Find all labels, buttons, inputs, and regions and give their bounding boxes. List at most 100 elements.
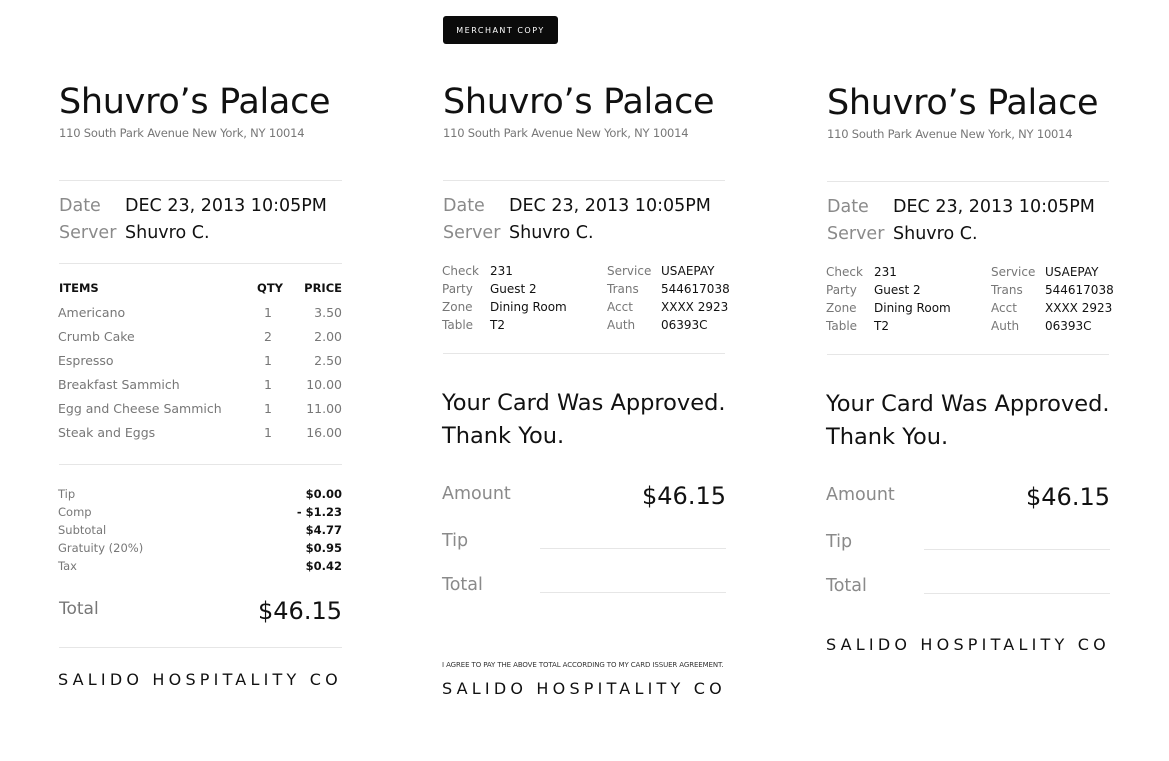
item-qty: 1 bbox=[264, 425, 272, 440]
detail-value: Guest 2 bbox=[874, 283, 921, 297]
server-value: Shuvro C. bbox=[509, 223, 594, 243]
tip-label: Tip bbox=[826, 532, 853, 552]
date-value: DEC 23, 2013 10:05PM bbox=[893, 197, 1095, 217]
item-row: Americano 1 3.50 bbox=[58, 305, 342, 321]
item-name: Breakfast Sammich bbox=[58, 377, 180, 392]
detail-label: Check bbox=[826, 265, 863, 279]
server-label: Server bbox=[59, 223, 117, 243]
detail-label: Service bbox=[991, 265, 1036, 279]
summary-label: Comp bbox=[58, 505, 92, 519]
detail-label: Auth bbox=[991, 319, 1020, 333]
item-name: Americano bbox=[58, 305, 126, 320]
total-write-line[interactable] bbox=[540, 592, 726, 593]
approval-line-2: Thank You. bbox=[442, 423, 565, 449]
total-write-line[interactable] bbox=[924, 593, 1110, 594]
divider bbox=[59, 464, 342, 465]
restaurant-address: 110 South Park Avenue New York, NY 10014 bbox=[59, 126, 305, 140]
total-value: $46.15 bbox=[258, 597, 342, 625]
date-label: Date bbox=[59, 196, 101, 216]
detail-label: Trans bbox=[607, 282, 639, 296]
detail-value: USAEPAY bbox=[1045, 265, 1099, 279]
detail-value: XXXX 2923 bbox=[661, 300, 729, 314]
divider bbox=[59, 647, 342, 648]
detail-label: Auth bbox=[607, 318, 636, 332]
merchant-copy-badge: MERCHANT COPY bbox=[443, 16, 558, 44]
detail-value: T2 bbox=[490, 318, 505, 332]
divider bbox=[59, 180, 342, 181]
divider bbox=[827, 181, 1109, 182]
divider bbox=[443, 180, 725, 181]
detail-value: 544617038 bbox=[1045, 283, 1114, 297]
server-label: Server bbox=[827, 224, 885, 244]
total-label: Total bbox=[442, 575, 483, 595]
date-value: DEC 23, 2013 10:05PM bbox=[509, 196, 711, 216]
summary-label: Tip bbox=[58, 487, 76, 501]
detail-value: 231 bbox=[874, 265, 897, 279]
item-price: 11.00 bbox=[306, 401, 342, 416]
item-qty: 1 bbox=[264, 377, 272, 392]
date-label: Date bbox=[827, 197, 869, 217]
detail-value: USAEPAY bbox=[661, 264, 715, 278]
amount-label: Amount bbox=[442, 484, 511, 504]
summary-row-gratuity: Gratuity (20%) $0.95 bbox=[58, 541, 342, 557]
server-value: Shuvro C. bbox=[893, 224, 978, 244]
tip-label: Tip bbox=[442, 531, 469, 551]
approval-line-1: Your Card Was Approved. bbox=[826, 391, 1110, 417]
item-name: Steak and Eggs bbox=[58, 425, 156, 440]
detail-value: 06393C bbox=[1045, 319, 1092, 333]
divider bbox=[59, 263, 342, 264]
tip-write-line[interactable] bbox=[924, 549, 1110, 550]
brand-logo: SALIDO HOSPITALITY CO bbox=[58, 670, 342, 689]
summary-row-tip: Tip $0.00 bbox=[58, 487, 342, 503]
amount-label: Amount bbox=[826, 485, 895, 505]
items-header: ITEMS bbox=[59, 281, 99, 295]
detail-label: Table bbox=[826, 319, 858, 333]
detail-label: Trans bbox=[991, 283, 1023, 297]
item-price: 2.00 bbox=[314, 329, 342, 344]
detail-value: Dining Room bbox=[490, 300, 567, 314]
detail-value: T2 bbox=[874, 319, 889, 333]
date-label: Date bbox=[443, 196, 485, 216]
detail-value: Guest 2 bbox=[490, 282, 537, 296]
summary-row-subtotal: Subtotal $4.77 bbox=[58, 523, 342, 539]
approval-line-1: Your Card Was Approved. bbox=[442, 390, 726, 416]
summary-value: $0.95 bbox=[305, 541, 342, 555]
item-qty: 1 bbox=[264, 305, 272, 320]
detail-label: Acct bbox=[607, 300, 633, 314]
detail-label: Table bbox=[442, 318, 474, 332]
summary-label: Tax bbox=[58, 559, 77, 573]
item-name: Espresso bbox=[58, 353, 114, 368]
item-name: Crumb Cake bbox=[58, 329, 135, 344]
summary-row-comp: Comp - $1.23 bbox=[58, 505, 342, 521]
total-label: Total bbox=[826, 576, 867, 596]
qty-header: QTY bbox=[257, 281, 283, 295]
item-row: Steak and Eggs 1 16.00 bbox=[58, 425, 342, 441]
detail-value: 231 bbox=[490, 264, 513, 278]
detail-label: Acct bbox=[991, 301, 1017, 315]
divider bbox=[827, 354, 1109, 355]
summary-value: - $1.23 bbox=[296, 505, 342, 519]
summary-label: Gratuity (20%) bbox=[58, 541, 144, 555]
summary-value: $4.77 bbox=[305, 523, 342, 537]
server-label: Server bbox=[443, 223, 501, 243]
item-row: Breakfast Sammich 1 10.00 bbox=[58, 377, 342, 393]
tip-write-line[interactable] bbox=[540, 548, 726, 549]
item-row: Egg and Cheese Sammich 1 11.00 bbox=[58, 401, 342, 417]
detail-value: 544617038 bbox=[661, 282, 730, 296]
restaurant-address: 110 South Park Avenue New York, NY 10014 bbox=[443, 126, 689, 140]
detail-label: Zone bbox=[826, 301, 857, 315]
item-price: 2.50 bbox=[314, 353, 342, 368]
detail-label: Party bbox=[442, 282, 473, 296]
detail-value: XXXX 2923 bbox=[1045, 301, 1113, 315]
item-name: Egg and Cheese Sammich bbox=[58, 401, 222, 416]
restaurant-name: Shuvro’s Palace bbox=[443, 82, 715, 122]
server-value: Shuvro C. bbox=[125, 223, 210, 243]
summary-row-tax: Tax $0.42 bbox=[58, 559, 342, 575]
price-header: PRICE bbox=[304, 281, 342, 295]
restaurant-address: 110 South Park Avenue New York, NY 10014 bbox=[827, 127, 1073, 141]
item-price: 3.50 bbox=[314, 305, 342, 320]
divider bbox=[443, 353, 725, 354]
card-agreement-text: I AGREE TO PAY THE ABOVE TOTAL ACCORDING… bbox=[442, 661, 724, 669]
detail-value: 06393C bbox=[661, 318, 708, 332]
item-price: 10.00 bbox=[306, 377, 342, 392]
